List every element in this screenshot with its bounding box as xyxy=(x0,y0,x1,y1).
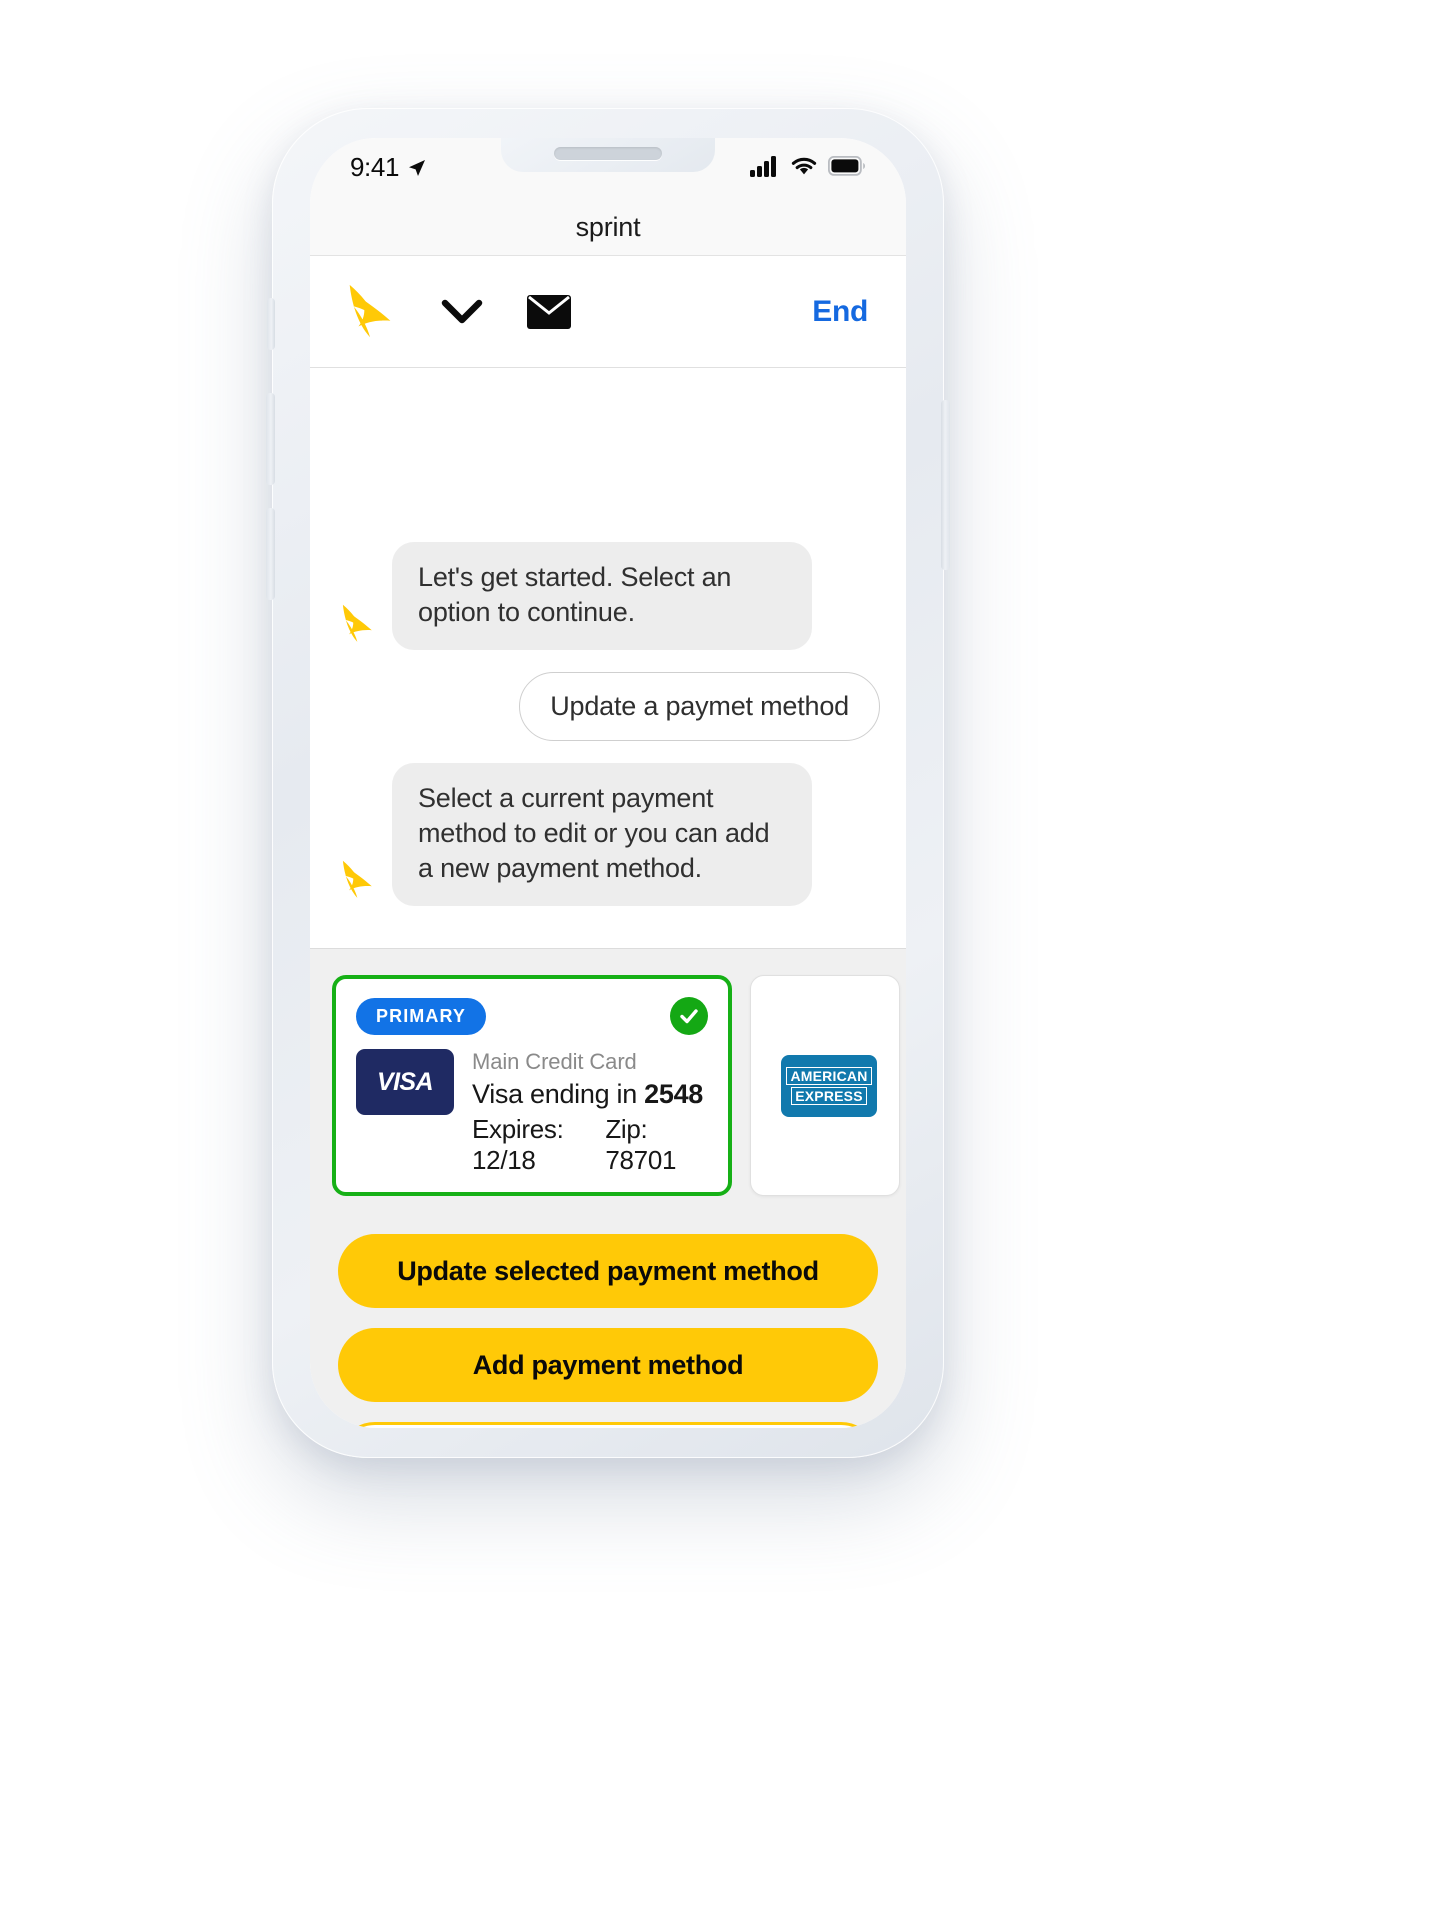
chat-transcript: Let's get started. Select an option to c… xyxy=(310,368,906,948)
add-payment-method-button[interactable]: Add payment method xyxy=(338,1328,878,1402)
location-arrow-icon xyxy=(409,159,426,176)
email-transcript-button[interactable] xyxy=(522,289,576,335)
volume-down-button[interactable] xyxy=(266,508,275,600)
app-header: End xyxy=(310,256,906,368)
collapse-chevron-button[interactable] xyxy=(436,293,488,331)
bot-message-text: Let's get started. Select an option to c… xyxy=(392,541,812,650)
browser-title-bar: sprint xyxy=(310,200,906,256)
chat-message-bot: Select a current payment method to edit … xyxy=(336,762,880,906)
amex-wordmark-line1: AMERICAN xyxy=(786,1066,872,1085)
page-title: sprint xyxy=(575,212,641,242)
status-badge-primary: PRIMARY xyxy=(356,997,487,1035)
device-notch xyxy=(501,138,715,172)
card-last-four: 2548 xyxy=(644,1079,704,1109)
payment-card-visa[interactable]: PRIMARY VISA Main Credit Card Visa endin… xyxy=(332,975,732,1196)
status-bar: 9:41 xyxy=(310,138,906,200)
status-time: 9:41 xyxy=(350,152,400,182)
earpiece-speaker xyxy=(554,147,662,160)
envelope-icon xyxy=(527,294,571,329)
amex-wordmark-line2: EXPRESS xyxy=(791,1086,867,1105)
card-meta-row: Expires: 12/18 Zip: 78701 xyxy=(472,1114,708,1176)
screenshot-canvas: 9:41 sprint End Let's get started. Selec… xyxy=(0,0,1452,1916)
amex-brand-logo: AMERICAN EXPRESS xyxy=(781,1054,877,1117)
wifi-icon xyxy=(791,157,817,175)
payment-card-amex[interactable]: AMERICAN EXPRESS xyxy=(750,975,900,1196)
card-zip: Zip: 78701 xyxy=(605,1114,677,1175)
status-indicators xyxy=(750,152,872,177)
card-number-line: Visa ending in 2548 xyxy=(472,1079,708,1110)
visa-brand-logo: VISA xyxy=(356,1049,454,1115)
selected-check-badge xyxy=(670,997,708,1035)
card-nickname: Main Credit Card xyxy=(472,1049,637,1074)
phone-device-frame: 9:41 sprint End Let's get started. Selec… xyxy=(266,108,950,1458)
volume-up-button[interactable] xyxy=(266,393,275,485)
payment-card-body: VISA Main Credit Card Visa ending in 254… xyxy=(356,1049,708,1176)
user-message-text: Update a paymet method xyxy=(519,671,880,741)
chat-message-bot: Let's get started. Select an option to c… xyxy=(336,541,880,650)
chevron-down-icon xyxy=(441,299,483,323)
need-help-else-button[interactable]: I need help with something else xyxy=(338,1422,878,1428)
phone-screen: 9:41 sprint End Let's get started. Selec… xyxy=(310,138,906,1428)
mute-switch[interactable] xyxy=(267,298,275,350)
update-selected-payment-method-button[interactable]: Update selected payment method xyxy=(338,1234,878,1308)
bot-message-text: Select a current payment method to edit … xyxy=(392,762,812,906)
check-circle-icon xyxy=(680,1009,698,1024)
quick-reply-actions: Update selected payment method Add payme… xyxy=(310,1210,906,1428)
sprint-wing-logo xyxy=(349,284,391,337)
battery-full-icon xyxy=(828,156,865,176)
visa-wordmark: VISA xyxy=(377,1067,434,1096)
payment-methods-panel: PRIMARY VISA Main Credit Card Visa endin… xyxy=(310,948,906,1210)
sprint-wing-avatar xyxy=(342,860,372,898)
end-chat-button[interactable]: End xyxy=(812,295,868,329)
card-number-prefix: Visa ending in xyxy=(472,1079,645,1109)
power-button[interactable] xyxy=(941,400,950,570)
chat-message-user: Update a paymet method xyxy=(336,671,880,741)
card-expiry: Expires: 12/18 xyxy=(472,1114,564,1175)
payment-card-header: PRIMARY xyxy=(356,997,708,1035)
status-time-group: 9:41 xyxy=(344,152,427,183)
payment-card-details: Main Credit Card Visa ending in 2548 Exp… xyxy=(472,1049,708,1176)
cellular-signal-icon xyxy=(750,156,776,177)
sprint-wing-avatar xyxy=(342,604,372,642)
payment-cards-carousel[interactable]: PRIMARY VISA Main Credit Card Visa endin… xyxy=(310,975,906,1196)
